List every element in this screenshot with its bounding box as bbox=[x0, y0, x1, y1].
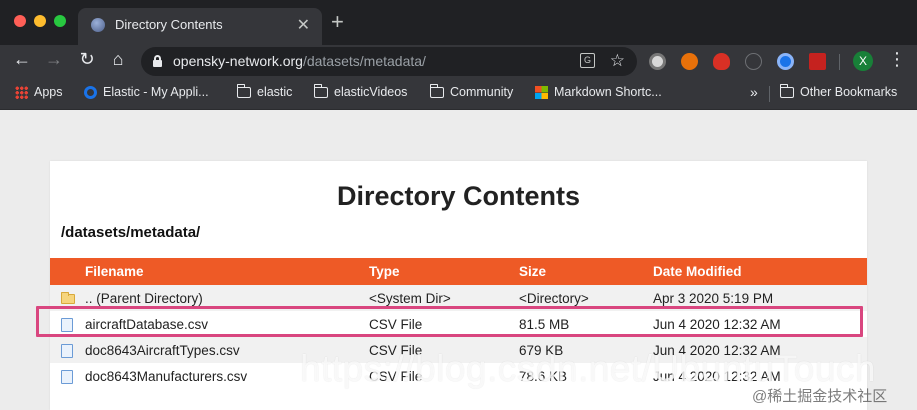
tab-close-icon[interactable]: ✕ bbox=[297, 15, 310, 35]
url-path: /datasets/metadata/ bbox=[302, 53, 426, 69]
address-bar[interactable]: opensky-network.org/datasets/metadata/ G… bbox=[141, 47, 637, 76]
row-icon-cell bbox=[50, 363, 85, 389]
tab-directory-contents[interactable]: Directory Contents ✕ bbox=[78, 8, 322, 45]
globe-icon bbox=[91, 18, 105, 32]
extension-hand-icon[interactable] bbox=[713, 53, 730, 70]
file-icon bbox=[61, 317, 73, 332]
bookmarks-separator bbox=[769, 86, 770, 102]
folder-icon bbox=[61, 291, 75, 304]
extension-info-icon[interactable] bbox=[745, 53, 762, 70]
tab-strip: Directory Contents ✕ + bbox=[0, 0, 917, 45]
bookmark-elastic-app[interactable]: Elastic - My Appli... bbox=[84, 85, 209, 100]
folder-icon bbox=[429, 84, 444, 99]
new-tab-button[interactable]: + bbox=[331, 11, 344, 33]
table-row[interactable]: .. (Parent Directory) <System Dir> <Dire… bbox=[50, 285, 867, 311]
column-header-filename[interactable]: Filename bbox=[85, 258, 369, 285]
toolbar-separator bbox=[839, 54, 840, 70]
forward-button[interactable]: → bbox=[42, 49, 66, 70]
window-close-button[interactable] bbox=[14, 15, 26, 27]
tab-title: Directory Contents bbox=[115, 17, 223, 32]
extension-lifebuoy-icon[interactable] bbox=[681, 53, 698, 70]
folder-icon bbox=[779, 84, 794, 99]
bookmarks-overflow-chevron-icon[interactable]: » bbox=[750, 84, 758, 100]
column-header-size[interactable]: Size bbox=[519, 258, 653, 285]
file-size: 81.5 MB bbox=[519, 311, 653, 337]
filename-link[interactable]: .. (Parent Directory) bbox=[85, 285, 369, 311]
folder-icon bbox=[236, 84, 251, 99]
watermark-text: https://blog.csdn.net/UbuntuTouch bbox=[300, 348, 876, 389]
url-text[interactable]: opensky-network.org/datasets/metadata/ bbox=[173, 53, 426, 69]
file-date: Jun 4 2020 12:32 AM bbox=[653, 311, 867, 337]
reload-button[interactable]: ↻ bbox=[75, 49, 99, 70]
bookmarks-bar: Apps Elastic - My Appli... elastic elast… bbox=[0, 78, 917, 110]
column-header-type[interactable]: Type bbox=[369, 258, 519, 285]
lock-icon[interactable] bbox=[153, 55, 162, 67]
back-button[interactable]: ← bbox=[10, 49, 34, 70]
bookmark-label: Other Bookmarks bbox=[800, 85, 898, 99]
file-size: <Directory> bbox=[519, 285, 653, 311]
extension-circle-icon[interactable] bbox=[777, 53, 794, 70]
browser-toolbar: ← → ↻ ⌂ opensky-network.org/datasets/met… bbox=[0, 45, 917, 78]
file-date: Apr 3 2020 5:19 PM bbox=[653, 285, 867, 311]
bookmark-folder-elasticvideos[interactable]: elasticVideos bbox=[313, 84, 408, 99]
elastic-icon bbox=[84, 86, 97, 100]
file-icon bbox=[61, 369, 73, 384]
bookmark-markdown[interactable]: Markdown Shortc... bbox=[535, 85, 662, 100]
row-icon-cell bbox=[50, 285, 85, 311]
column-header-date-modified[interactable]: Date Modified bbox=[653, 258, 867, 285]
bookmark-apps[interactable]: Apps bbox=[15, 85, 63, 100]
credit-text: @稀土掘金技术社区 bbox=[752, 388, 888, 405]
url-host: opensky-network.org bbox=[173, 53, 303, 69]
bookmark-other-bookmarks[interactable]: Other Bookmarks bbox=[779, 84, 898, 99]
directory-path: /datasets/metadata/ bbox=[61, 224, 201, 241]
row-icon-cell bbox=[50, 337, 85, 363]
bookmark-star-icon[interactable]: ☆ bbox=[610, 51, 625, 71]
microsoft-icon bbox=[535, 86, 548, 100]
menu-icon[interactable]: ⋮ bbox=[888, 49, 906, 70]
profile-avatar[interactable]: X bbox=[853, 51, 873, 71]
translate-icon[interactable]: G bbox=[580, 53, 595, 68]
filename-link[interactable]: aircraftDatabase.csv bbox=[85, 311, 369, 337]
apps-grid-icon bbox=[15, 86, 28, 100]
bookmark-label: Community bbox=[450, 85, 514, 99]
bookmark-label: Elastic - My Appli... bbox=[103, 85, 209, 99]
bookmark-label: elastic bbox=[257, 85, 293, 99]
file-type: CSV File bbox=[369, 311, 519, 337]
bookmark-folder-community[interactable]: Community bbox=[429, 84, 514, 99]
window-maximize-button[interactable] bbox=[54, 15, 66, 27]
bookmark-label: Markdown Shortc... bbox=[554, 85, 662, 99]
folder-icon bbox=[313, 84, 328, 99]
bookmark-folder-elastic[interactable]: elastic bbox=[236, 84, 293, 99]
extension-dots-icon[interactable] bbox=[809, 53, 826, 70]
row-icon-cell bbox=[50, 311, 85, 337]
header-icon-cell bbox=[50, 258, 85, 285]
file-icon bbox=[61, 343, 73, 358]
page-title: Directory Contents bbox=[336, 181, 581, 211]
home-button[interactable]: ⌂ bbox=[106, 49, 130, 70]
extension-record-icon[interactable] bbox=[649, 53, 666, 70]
window-minimize-button[interactable] bbox=[34, 15, 46, 27]
bookmark-label: elasticVideos bbox=[334, 85, 408, 99]
table-row[interactable]: aircraftDatabase.csv CSV File 81.5 MB Ju… bbox=[50, 311, 867, 337]
file-type: <System Dir> bbox=[369, 285, 519, 311]
bookmark-label: Apps bbox=[34, 85, 63, 99]
table-header-row: Filename Type Size Date Modified bbox=[50, 258, 867, 285]
